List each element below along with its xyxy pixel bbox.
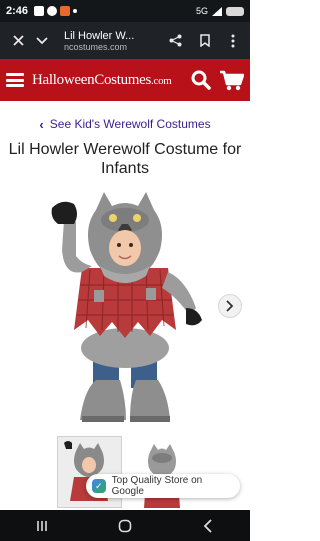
top-quality-store-badge[interactable]: ✓ Top Quality Store on Google (86, 474, 240, 498)
shopping-bag-icon: ✓ (92, 479, 106, 493)
home-icon[interactable] (105, 510, 145, 541)
system-navigation-bar (0, 510, 250, 541)
app-notification-icon (60, 6, 71, 16)
chevron-right-icon (226, 300, 234, 312)
bookmark-icon[interactable] (190, 22, 220, 59)
share-icon[interactable] (160, 22, 190, 59)
system-icons: 5G (196, 6, 244, 16)
product-title: Lil Howler Werewolf Costume for Infants (8, 141, 242, 177)
site-header: HalloweenCostumes.com (0, 59, 250, 101)
status-time: 2:46 (6, 5, 29, 17)
browser-toolbar: Lil Howler W... ncostumes.com (0, 22, 250, 59)
next-image-button[interactable] (218, 294, 242, 318)
search-icon[interactable] (190, 69, 212, 91)
badge-label: Top Quality Store on Google (111, 475, 203, 497)
network-label: 5G (195, 6, 208, 16)
werewolf-costume-photo (51, 192, 202, 422)
chevron-left-icon: ‹ (39, 116, 44, 132)
breadcrumb[interactable]: ‹ See Kid's Werewolf Costumes (0, 114, 250, 134)
app-notification-icon (34, 6, 45, 16)
logo-main: HalloweenCostumes (32, 71, 152, 88)
notification-icons (34, 6, 78, 16)
battery-icon (226, 6, 244, 16)
breadcrumb-link[interactable]: See Kid's Werewolf Costumes (50, 117, 211, 131)
recent-apps-icon[interactable] (22, 510, 62, 541)
logo-suffix: .com (151, 74, 172, 87)
page-title-and-url[interactable]: Lil Howler W... ncostumes.com (54, 30, 160, 52)
back-icon[interactable] (188, 510, 228, 541)
close-icon[interactable] (6, 22, 30, 59)
product-image[interactable] (0, 190, 250, 430)
more-vert-icon[interactable] (220, 22, 246, 59)
chevron-down-icon[interactable] (30, 22, 54, 59)
cart-icon[interactable] (218, 69, 244, 91)
browser-url: ncostumes.com (64, 41, 128, 52)
image-thumbnails (0, 434, 250, 510)
browser-page-title: Lil Howler W... (64, 29, 135, 42)
status-bar: 2:46 5G (0, 0, 250, 22)
signal-icon (212, 6, 222, 16)
site-logo[interactable]: HalloweenCostumes.com (32, 72, 172, 89)
more-notifications-icon (73, 9, 78, 13)
message-icon (47, 6, 58, 16)
hamburger-menu-icon[interactable] (6, 73, 24, 87)
